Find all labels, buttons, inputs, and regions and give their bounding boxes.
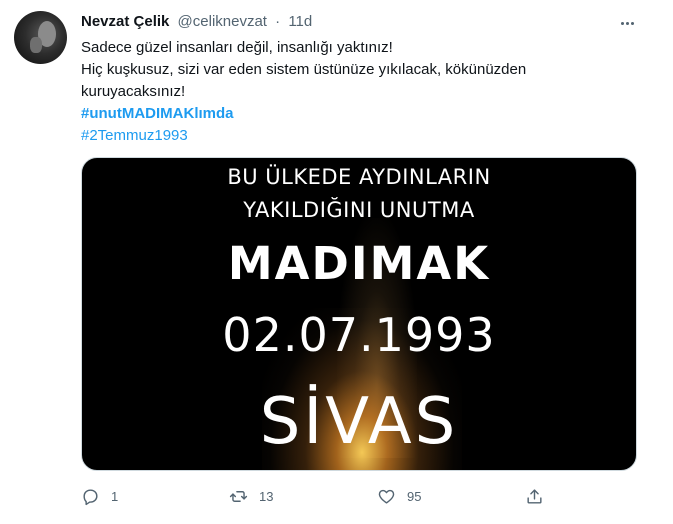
author-handle[interactable]: @celiknevzat (178, 13, 267, 30)
like-button[interactable]: 95 (377, 484, 421, 508)
media-text-line: YAKILDIĞINI UNUTMA (243, 198, 475, 222)
author-name[interactable]: Nevzat Çelik (81, 13, 169, 30)
like-count: 95 (407, 488, 422, 504)
media-title: MADIMAK (227, 237, 491, 290)
tweet-text-line: Hiç kuşkusuz, sizi var eden sistem üstün… (81, 61, 527, 78)
tweet-text-line: Sadece güzel insanları değil, insanlığı … (81, 39, 393, 56)
share-button[interactable] (525, 484, 544, 508)
tweet-text: Sadece güzel insanları değil, insanlığı … (81, 37, 651, 147)
tweet-header: Nevzat Çelik @celiknevzat · 11d (81, 12, 312, 32)
retweet-button[interactable]: 13 (229, 484, 273, 508)
hashtag-link[interactable]: #unutMADIMAKlımda (81, 103, 651, 125)
tweet-text-line: kuruyacaksınız! (81, 83, 186, 100)
retweet-icon (229, 490, 248, 502)
more-options-button[interactable] (616, 12, 638, 34)
more-horizontal-icon (620, 21, 634, 25)
avatar-hand (30, 37, 42, 53)
tweet[interactable]: Nevzat Çelik @celiknevzat · 11d Sadece g… (0, 0, 673, 524)
avatar[interactable] (14, 11, 67, 64)
tweet-time[interactable]: 11d (288, 13, 312, 30)
media-date: 02.07.1993 (222, 308, 496, 362)
retweet-count: 13 (259, 488, 274, 504)
reply-button[interactable]: 1 (81, 484, 118, 508)
hashtag-link[interactable]: #2Temmuz1993 (81, 125, 651, 147)
tweet-media-image[interactable]: BU ÜLKEDE AYDINLARIN YAKILDIĞINI UNUTMA … (81, 157, 637, 471)
reply-icon (83, 488, 98, 505)
header-separator: · (275, 13, 281, 30)
share-icon (527, 488, 542, 504)
tweet-actions: 1 13 95 (81, 484, 561, 508)
reply-count: 1 (111, 488, 119, 504)
heart-icon (378, 489, 395, 504)
media-text-line: BU ÜLKEDE AYDINLARIN (227, 165, 491, 189)
media-city: SİVAS (259, 385, 459, 459)
